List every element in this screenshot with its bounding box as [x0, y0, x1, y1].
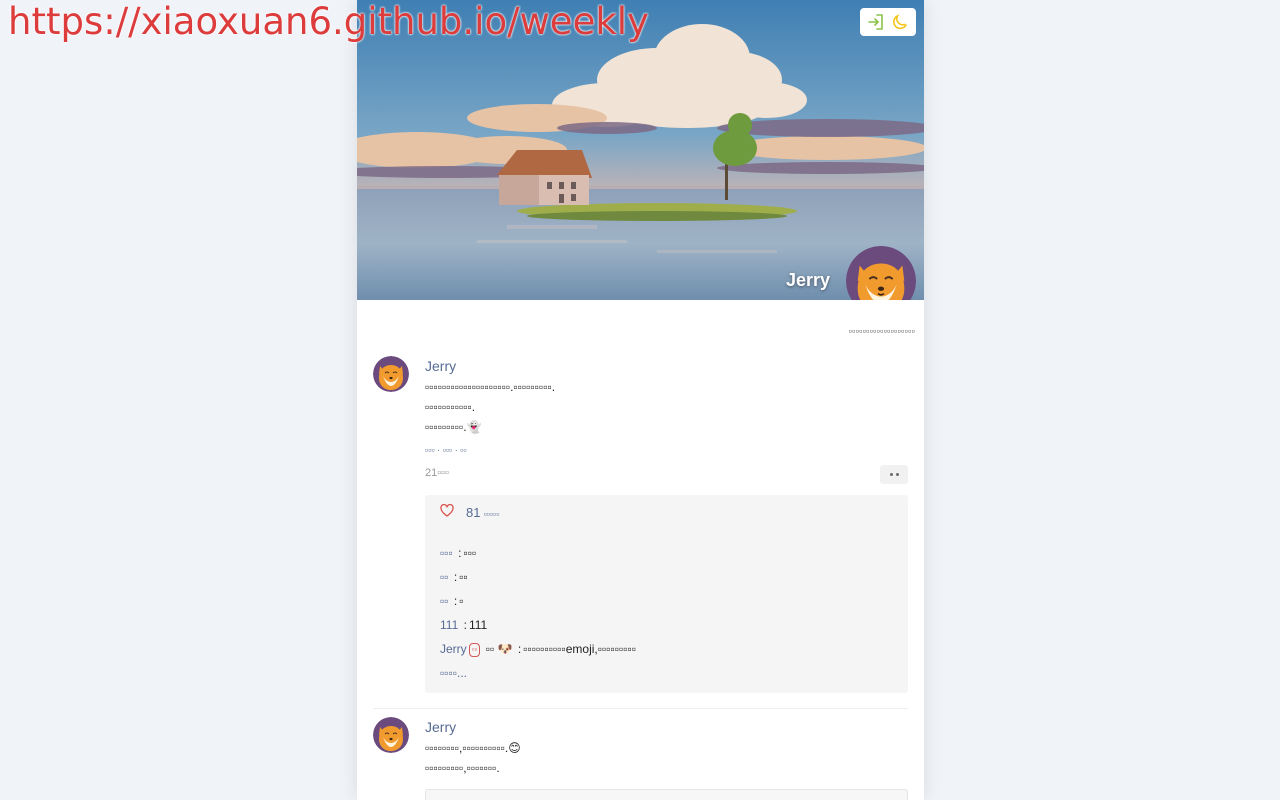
- cover-user-name[interactable]: Jerry: [786, 270, 830, 291]
- comment-item: ▫▫ : ▫: [440, 594, 464, 608]
- cover-image: [357, 0, 924, 300]
- post-author-name[interactable]: Jerry: [425, 717, 456, 737]
- moon-icon[interactable]: [890, 12, 910, 32]
- comment-item: ▫▫▫ : ▫▫▫: [440, 546, 477, 560]
- header-actions: [860, 8, 916, 36]
- post-content: ▫▫▫▫▫▫▫▫,▫▫▫▫▫▫▫▫▫▫.😊 ▫▫▫▫▫▫▫▫▫,▫▫▫▫▫▫▫.: [425, 738, 908, 778]
- comment-text: ▫▫: [459, 570, 468, 584]
- post-line: ▫▫▫▫▫▫▫▫▫.👻: [425, 420, 482, 434]
- comment-user[interactable]: ▫▫▫: [440, 546, 453, 560]
- media-preview[interactable]: [425, 789, 908, 800]
- reply-word: ▫▫: [485, 642, 495, 656]
- post-body: Jerry ▫▫▫▫▫▫▫▫,▫▫▫▫▫▫▫▫▫▫.😊 ▫▫▫▫▫▫▫▫▫,▫▫…: [425, 717, 908, 778]
- post-author-name[interactable]: Jerry: [425, 356, 456, 376]
- post-meta: 21▫▫▫: [425, 463, 908, 485]
- see-more-comments[interactable]: ▫▫▫▫...: [440, 661, 893, 685]
- post-line: ▫▫▫▫▫▫▫▫▫▫▫.: [425, 400, 476, 414]
- app-container: Jerry ▫▫▫▫▫▫▫▫▫▫▫▫▫▫▫▫▫▫▫ Jerry ▫▫▫▫▫▫▫▫…: [357, 0, 924, 800]
- post-time: 21▫▫▫: [425, 467, 449, 479]
- post-tag[interactable]: ▫▫▫: [443, 445, 453, 455]
- user-signature: ▫▫▫▫▫▫▫▫▫▫▫▫▫▫▫▫▫▫▫: [848, 326, 915, 336]
- reply-target-user[interactable]: 🐶: [498, 642, 513, 656]
- post-tag[interactable]: ▫▫▫: [425, 445, 435, 455]
- dot-icon: [895, 473, 899, 476]
- cover-banner: Jerry: [357, 0, 924, 300]
- comment-text: ▫▫▫▫▫▫▫▫▫▫emoji,▫▫▫▫▫▫▫▫▫: [523, 642, 637, 656]
- comment-user[interactable]: ▫▫: [440, 594, 449, 608]
- tag-separator: ·: [454, 445, 458, 455]
- interaction-panel: 81 ▫▫▫▫▫ ▫▫▫ : ▫▫▫ ▫▫ : ▫▫ ▫▫ : ▫ 111: …: [425, 495, 908, 693]
- post-content: ▫▫▫▫▫▫▫▫▫▫▫▫▫▫▫▫▫▫▫▫.▫▫▫▫▫▫▫▫▫. ▫▫▫▫▫▫▫▫…: [425, 377, 908, 437]
- comment-text: ▫: [459, 594, 464, 608]
- author-badge: ▫▫: [468, 643, 481, 657]
- likes-row: 81 ▫▫▫▫▫: [440, 503, 893, 523]
- comment-user[interactable]: ▫▫: [440, 570, 449, 584]
- post-line: ▫▫▫▫▫▫▫▫▫,▫▫▫▫▫▫▫.: [425, 761, 500, 775]
- post-divider: [373, 708, 908, 709]
- post-avatar[interactable]: [373, 356, 409, 392]
- post-tags: ▫▫▫ · ▫▫▫ · ▫▫: [425, 443, 908, 457]
- comment-user[interactable]: Jerry: [440, 642, 467, 656]
- post-line: ▫▫▫▫▫▫▫▫▫▫▫▫▫▫▫▫▫▫▫▫.▫▫▫▫▫▫▫▫▫.: [425, 380, 556, 394]
- comment-text: 111: [468, 618, 488, 632]
- tag-separator: ·: [437, 445, 441, 455]
- comment-item: 111 :111: [440, 618, 488, 632]
- post-tag[interactable]: ▫▫: [460, 445, 466, 455]
- likes-count: 81 ▫▫▫▫▫: [466, 504, 500, 520]
- login-arrow-icon[interactable]: [866, 12, 886, 32]
- dot-icon: [889, 473, 893, 476]
- heart-outline-icon[interactable]: [440, 503, 454, 523]
- post-body: Jerry ▫▫▫▫▫▫▫▫▫▫▫▫▫▫▫▫▫▫▫▫.▫▫▫▫▫▫▫▫▫. ▫▫…: [425, 356, 908, 693]
- comment-user[interactable]: 111: [440, 618, 458, 632]
- comment-item: ▫▫ : ▫▫: [440, 570, 468, 584]
- comment-item: Jerry ▫▫ ▫▫ 🐶 : ▫▫▫▫▫▫▫▫▫▫emoji,▫▫▫▫▫▫▫▫▫: [440, 642, 637, 657]
- comment-list: ▫▫▫ : ▫▫▫ ▫▫ : ▫▫ ▫▫ : ▫ 111 :111 Jerry …: [440, 541, 893, 685]
- comment-text: ▫▫▫: [463, 546, 477, 560]
- post-line: ▫▫▫▫▫▫▫▫,▫▫▫▫▫▫▫▫▫▫.😊: [425, 741, 521, 755]
- watermark-url: https://xiaoxuan6.github.io/weekly: [8, 0, 649, 43]
- more-actions-button[interactable]: [880, 465, 908, 484]
- post-avatar[interactable]: [373, 717, 409, 753]
